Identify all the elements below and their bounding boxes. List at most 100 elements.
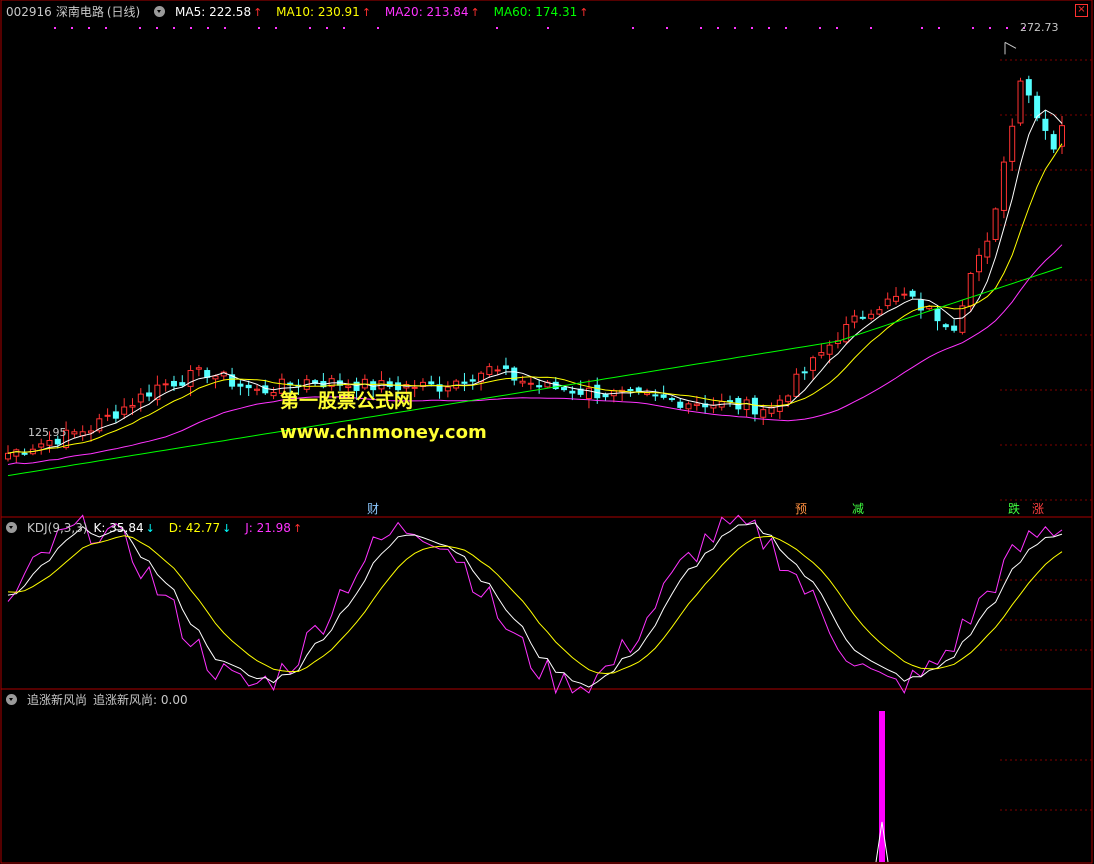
candle-body [1059, 125, 1065, 147]
candle-body [976, 254, 983, 273]
signal-dot [377, 27, 379, 29]
signal-dot [734, 27, 736, 29]
signal-dot [938, 27, 940, 29]
candle-body [71, 431, 78, 435]
event-marker-fall[interactable]: 跌 [1006, 502, 1022, 516]
candle-body [1042, 118, 1049, 131]
candle-body [810, 357, 817, 371]
signal-dot [88, 27, 90, 29]
indicator-value: 追涨新风尚: 0.00 [93, 693, 188, 707]
candle-body [859, 316, 866, 319]
ma60-label: MA60: 174.31 [493, 5, 578, 19]
candle-body [851, 315, 858, 323]
signal-dot [496, 27, 498, 29]
kdj-d-label: D: 42.77 [168, 521, 221, 535]
candle-body [951, 325, 958, 331]
candle-body [818, 352, 825, 356]
ma5-label: MA5: 222.58 [175, 5, 252, 19]
kdj-k-down-arrow-icon: ↓ [145, 522, 155, 535]
ma20-label: MA20: 213.84 [384, 5, 469, 19]
period-label[interactable]: (日线) [107, 5, 140, 19]
signal-dot [173, 27, 175, 29]
candle-body [21, 452, 28, 455]
candle-body [602, 393, 609, 398]
kdj-k-line [7, 522, 1063, 688]
signal-dot [989, 27, 991, 29]
candle-body [1009, 125, 1016, 162]
signal-dot [190, 27, 192, 29]
signal-dot [768, 27, 770, 29]
indicator-panel-frame [0, 688, 1093, 864]
kdj-j-label: J: 21.98 [245, 521, 291, 535]
candle-body [635, 387, 642, 392]
signal-dot [326, 27, 328, 29]
chart-canvas[interactable] [0, 0, 1094, 864]
candle-body [685, 403, 692, 410]
high-price-label: 272.73 [1020, 21, 1059, 34]
kdj-dropdown-circle-icon[interactable] [6, 522, 17, 533]
dropdown-circle-icon[interactable] [154, 6, 166, 17]
candle-body [179, 382, 186, 386]
candle-body [536, 385, 543, 388]
candle-body [170, 380, 177, 387]
candle-body [569, 390, 576, 394]
candle-body [270, 391, 277, 397]
candle-body [594, 384, 601, 399]
candle-body [502, 365, 509, 369]
signal-dot [547, 27, 549, 29]
candle-body [727, 400, 734, 403]
candle-body [677, 401, 684, 408]
candle-body [253, 388, 260, 391]
candle-body [104, 414, 111, 417]
candle-body [693, 403, 700, 406]
candle-body [1025, 79, 1032, 96]
kdj-j-up-arrow-icon: ↑ [292, 522, 303, 535]
candle-body [1017, 80, 1024, 124]
signal-dot [751, 27, 753, 29]
watermark-title: 第一股票公式网 [280, 390, 414, 412]
main-legend: 002916 深南电路 (日线) MA5: 222.58 ↑ MA10: 230.91… [6, 2, 599, 22]
candle-body [984, 240, 991, 258]
stock-code: 002916 [6, 5, 52, 19]
event-marker-forecast[interactable]: 预 [793, 502, 809, 516]
low-price-label: 125.95 [28, 426, 67, 439]
event-marker-rise[interactable]: 涨 [1030, 502, 1046, 516]
close-icon[interactable]: × [1075, 4, 1088, 17]
candle-body [162, 383, 169, 386]
ma20-line [7, 244, 1063, 465]
candle-body [992, 208, 999, 240]
candle-body [38, 443, 45, 448]
signal-dot [1006, 27, 1008, 29]
kdj-d-line [7, 535, 1063, 675]
candle-body [959, 305, 966, 333]
signal-dot [309, 27, 311, 29]
ma5-up-arrow-icon: ↑ [253, 6, 263, 19]
event-marker-reduce[interactable]: 减 [850, 502, 866, 516]
candle-body [519, 380, 526, 384]
signal-dot [207, 27, 209, 29]
stock-name: 深南电路 [55, 5, 104, 19]
candle-body [785, 395, 792, 403]
indicator-legend: 追涨新风尚 追涨新风尚: 0.00 [6, 690, 198, 710]
candle-body [826, 344, 833, 355]
candle-body [112, 411, 119, 419]
candle-body [876, 309, 883, 315]
candle-body [893, 295, 900, 302]
candle-body [46, 440, 53, 446]
candle-body [627, 389, 634, 392]
candle-body [909, 290, 916, 297]
candle-body [453, 380, 460, 389]
candle-body [942, 324, 949, 328]
indicator-dropdown-circle-icon[interactable] [6, 694, 17, 705]
signal-dot [156, 27, 158, 29]
signal-dot [258, 27, 260, 29]
candle-body [967, 272, 974, 307]
ma5-line [7, 109, 1063, 454]
candle-body [129, 404, 136, 408]
candle-body [212, 375, 219, 380]
signal-dot [54, 27, 56, 29]
signal-dot [632, 27, 634, 29]
event-marker-finance[interactable]: 财 [365, 502, 381, 516]
candle-body [760, 409, 767, 418]
signal-dot [870, 27, 872, 29]
